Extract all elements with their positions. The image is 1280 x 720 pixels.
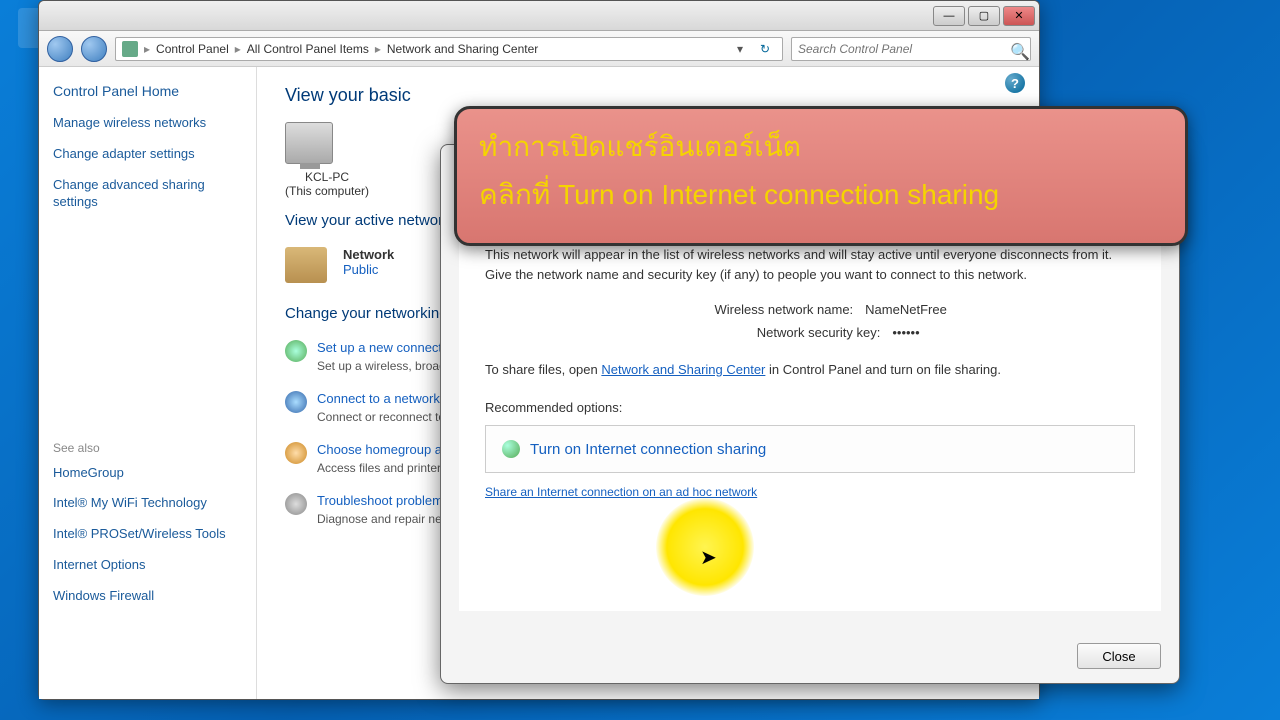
sidebar-link[interactable]: Change advanced sharing settings [53,177,242,211]
task-icon [285,493,307,515]
network-center-link[interactable]: Network and Sharing Center [601,362,765,377]
close-button[interactable]: Close [1077,643,1161,669]
instruction-callout: ทำการเปิดแชร์อินเตอร์เน็ต คลิกที่ Turn o… [454,106,1188,246]
see-also-link[interactable]: Windows Firewall [53,588,242,605]
see-also-link[interactable]: Intel® PROSet/Wireless Tools [53,526,242,543]
network-name: Network [343,247,394,262]
see-also-link[interactable]: HomeGroup [53,465,242,482]
breadcrumb[interactable]: ▸ Control Panel ▸ All Control Panel Item… [115,37,783,61]
network-icon [285,247,327,283]
page-title: View your basic [285,85,1011,106]
maximize-button[interactable]: ▢ [968,6,1000,26]
callout-line2: คลิกที่ Turn on Internet connection shar… [479,173,1163,217]
sidebar-link[interactable]: Manage wireless networks [53,115,242,132]
computer-caption: (This computer) [285,184,369,198]
field-label: Network security key: [700,325,880,340]
minimize-button[interactable]: — [933,6,965,26]
chevron-down-icon[interactable]: ▾ [732,42,748,56]
share-adhoc-link[interactable]: Share an Internet connection on an ad ho… [485,485,1135,499]
task-icon [285,442,307,464]
network-type[interactable]: Public [343,262,394,277]
task-icon [285,391,307,413]
field-value: NameNetFree [865,302,947,317]
refresh-icon[interactable]: ↻ [754,42,776,56]
recommended-label: Recommended options: [485,398,1135,418]
panel-icon [122,41,138,57]
option-label: Turn on Internet connection sharing [530,441,766,458]
task-icon [285,340,307,362]
see-also-label: See also [53,441,242,455]
see-also-link[interactable]: Internet Options [53,557,242,574]
computer-icon [285,122,333,164]
toolbar: ▸ Control Panel ▸ All Control Panel Item… [39,31,1039,67]
see-also-link[interactable]: Intel® My WiFi Technology [53,495,242,512]
help-icon[interactable]: ? [1005,73,1025,93]
breadcrumb-item[interactable]: Network and Sharing Center [387,42,538,56]
sidebar: Control Panel Home Manage wireless netwo… [39,67,257,699]
back-button[interactable] [47,36,73,62]
sidebar-link[interactable]: Change adapter settings [53,146,242,163]
shield-icon [502,440,520,458]
dialog-text: To share files, open Network and Sharing… [485,360,1135,380]
forward-button[interactable] [81,36,107,62]
close-button[interactable]: ✕ [1003,6,1035,26]
breadcrumb-item[interactable]: All Control Panel Items [247,42,369,56]
computer-name: KCL-PC [285,170,369,184]
search-icon[interactable]: 🔍 [1010,42,1024,56]
sidebar-home-link[interactable]: Control Panel Home [53,83,242,99]
search-box[interactable]: 🔍 [791,37,1031,61]
turn-on-ics-option[interactable]: Turn on Internet connection sharing [485,425,1135,473]
field-value: •••••• [892,325,919,340]
breadcrumb-item[interactable]: Control Panel [156,42,229,56]
dialog-text: This network will appear in the list of … [485,245,1135,284]
field-label: Wireless network name: [673,302,853,317]
title-bar: — ▢ ✕ [39,1,1039,31]
search-input[interactable] [798,42,1010,56]
callout-line1: ทำการเปิดแชร์อินเตอร์เน็ต [479,125,1163,169]
